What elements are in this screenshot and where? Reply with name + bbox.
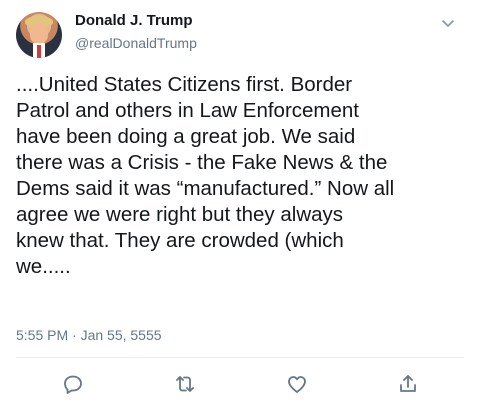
divider (16, 357, 464, 358)
tweet-card: Donald J. Trump @realDonaldTrump ....Uni… (0, 0, 480, 410)
heart-icon[interactable] (285, 372, 309, 396)
avatar-tie (37, 45, 41, 58)
author-name[interactable]: Donald J. Trump (75, 12, 193, 29)
avatar[interactable] (16, 12, 62, 58)
chevron-down-icon[interactable] (438, 13, 458, 33)
share-icon[interactable] (396, 372, 420, 396)
tweet-timestamp[interactable]: 5:55 PM · Jan 55, 5555 (16, 327, 162, 343)
avatar-face (30, 24, 48, 44)
reply-icon[interactable] (61, 372, 85, 396)
retweet-icon[interactable] (173, 372, 197, 396)
tweet-text: ....United States Citizens first. Border… (16, 73, 395, 278)
author-handle[interactable]: @realDonaldTrump (75, 35, 197, 51)
